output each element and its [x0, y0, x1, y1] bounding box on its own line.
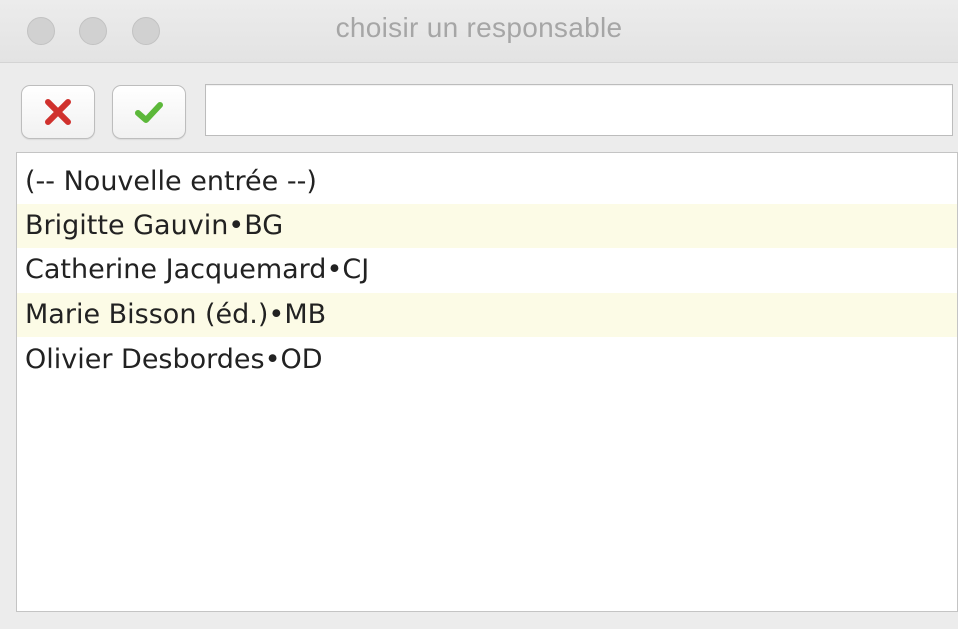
list-item[interactable]: (-- Nouvelle entrée --)	[17, 160, 957, 204]
title-bar[interactable]: choisir un responsable	[0, 0, 958, 63]
responsable-list[interactable]: (-- Nouvelle entrée --) Brigitte Gauvin•…	[16, 152, 958, 612]
dialog-window: choisir un responsable (-- Nouvelle entr…	[0, 0, 958, 629]
list-item[interactable]: Catherine Jacquemard•CJ	[17, 248, 957, 292]
window-title: choisir un responsable	[335, 12, 623, 43]
list-item[interactable]: Olivier Desbordes•OD	[17, 338, 957, 382]
list-item[interactable]: Marie Bisson (éd.)•MB	[17, 293, 957, 337]
toolbar	[0, 63, 958, 151]
list-item[interactable]: Brigitte Gauvin•BG	[17, 204, 957, 248]
confirm-button[interactable]	[112, 85, 186, 139]
x-icon	[22, 86, 94, 138]
cancel-button[interactable]	[21, 85, 95, 139]
search-input[interactable]	[205, 84, 953, 136]
window-bottom-edge	[0, 612, 958, 629]
checkmark-icon	[113, 86, 185, 138]
